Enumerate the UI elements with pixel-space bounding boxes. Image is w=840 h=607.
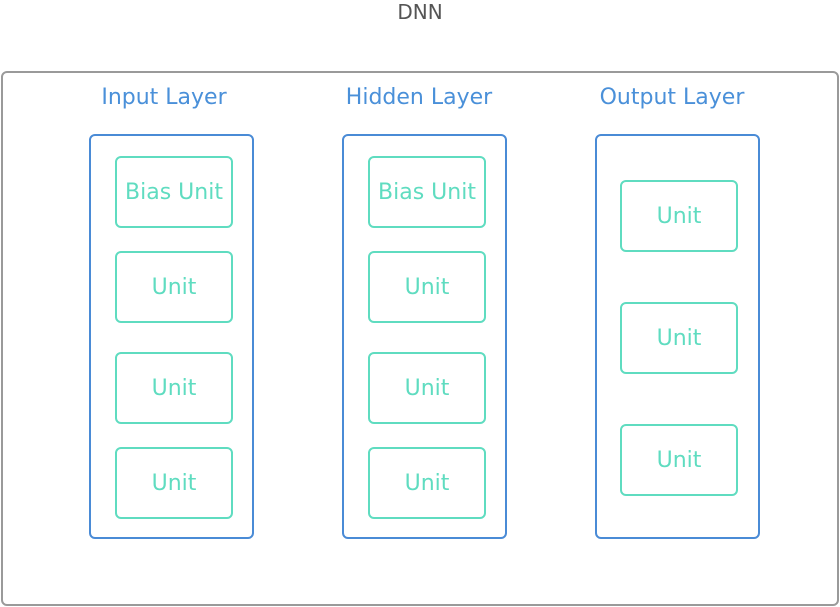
hidden-layer-label: Hidden Layer — [345, 85, 493, 110]
input-unit-3: Unit — [115, 447, 233, 519]
output-unit-2: Unit — [620, 302, 738, 374]
hidden-unit-3: Unit — [368, 447, 486, 519]
input-bias-unit: Bias Unit — [115, 156, 233, 228]
hidden-bias-unit: Bias Unit — [368, 156, 486, 228]
diagram-title: DNN — [397, 0, 443, 24]
input-unit-1: Unit — [115, 251, 233, 323]
input-layer-label: Input Layer — [101, 85, 227, 110]
hidden-unit-2: Unit — [368, 352, 486, 424]
input-unit-2: Unit — [115, 352, 233, 424]
output-unit-1: Unit — [620, 180, 738, 252]
output-unit-3: Unit — [620, 424, 738, 496]
output-layer-label: Output Layer — [599, 85, 745, 110]
hidden-unit-1: Unit — [368, 251, 486, 323]
